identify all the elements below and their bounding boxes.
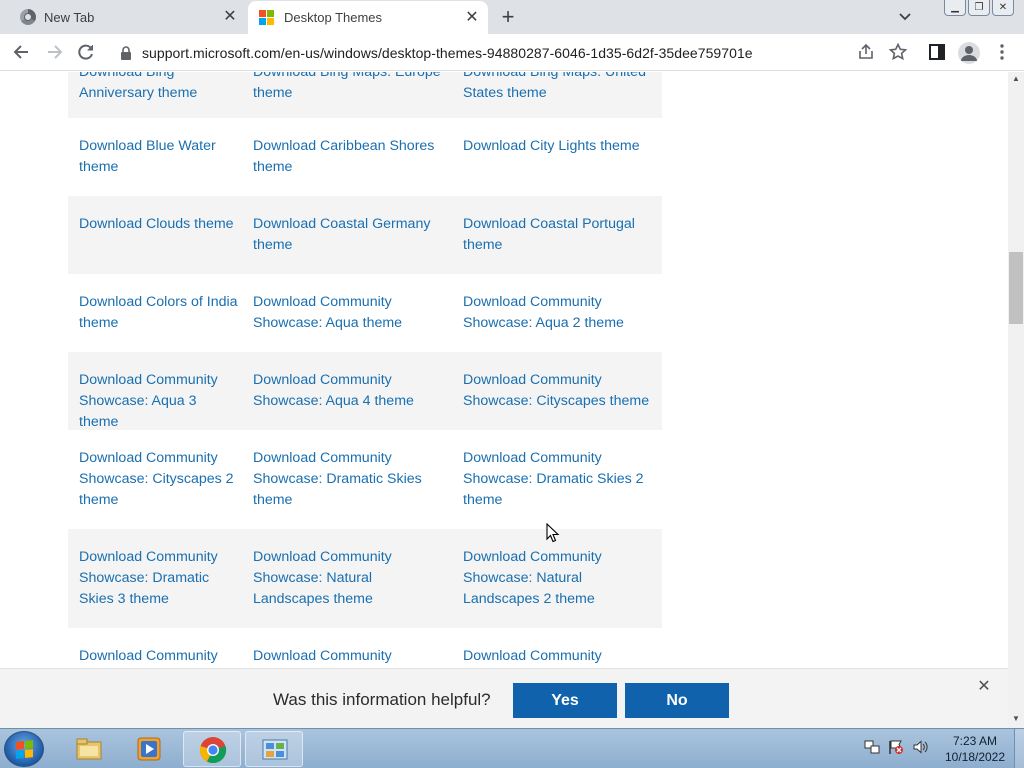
volume-icon[interactable] [912, 739, 928, 755]
side-panel-icon[interactable] [927, 42, 947, 62]
tab-new-tab[interactable]: New Tab ✕ [0, 0, 246, 34]
close-icon[interactable]: ✕ [222, 9, 238, 25]
bookmark-star-icon[interactable] [888, 42, 908, 62]
table-row: Download Bing Anniversary theme Download… [68, 72, 662, 118]
taskbar-clock[interactable]: 7:23 AM 10/18/2022 [940, 733, 1010, 765]
taskbar-app-media-player[interactable] [120, 731, 178, 767]
theme-link[interactable]: Download Community Showcase: Aqua 3 them… [79, 370, 239, 433]
theme-link[interactable]: Download Community [79, 646, 239, 667]
theme-link[interactable]: Download Coastal Germany theme [253, 214, 448, 256]
theme-link[interactable]: Download Community [253, 646, 448, 667]
back-icon[interactable] [12, 42, 32, 62]
control-panel-icon [262, 739, 288, 760]
close-icon[interactable]: ✕ [464, 9, 480, 26]
theme-link[interactable]: Download Bing Maps: Europe theme [253, 72, 448, 104]
taskbar-app-chrome[interactable] [183, 731, 241, 767]
yes-button[interactable]: Yes [513, 683, 617, 718]
taskbar-app-control-panel[interactable] [245, 731, 303, 767]
windows-explorer-icon [76, 738, 102, 760]
browser-toolbar: support.microsoft.com/en-us/windows/desk… [0, 34, 1024, 71]
theme-link[interactable]: Download Community Showcase: Dramatic Sk… [463, 448, 658, 511]
profile-avatar[interactable] [958, 42, 980, 64]
window-controls: ▁ ❐ ✕ [944, 0, 1014, 16]
page-viewport: Download Bing Anniversary theme Download… [0, 72, 1008, 668]
windows-logo-icon [16, 740, 33, 759]
theme-link[interactable]: Download Community Showcase: Dramatic Sk… [253, 448, 448, 511]
media-player-icon [137, 737, 161, 761]
theme-link[interactable]: Download Community Showcase: Natural Lan… [463, 547, 658, 610]
theme-link[interactable]: Download Bing Maps: United States theme [463, 72, 658, 104]
table-row: Download Community Showcase: Aqua 3 them… [68, 352, 662, 430]
url-text: support.microsoft.com/en-us/windows/desk… [142, 45, 753, 61]
theme-link[interactable]: Download Blue Water theme [79, 136, 239, 178]
theme-link[interactable]: Download Community Showcase: Dramatic Sk… [79, 547, 239, 610]
reload-icon[interactable] [76, 42, 96, 62]
feedback-bar: Was this information helpful? Yes No ✕ [0, 668, 1008, 728]
clock-date: 10/18/2022 [944, 750, 1006, 764]
restore-button[interactable]: ❐ [968, 0, 990, 16]
forward-icon[interactable] [44, 42, 64, 62]
microsoft-logo-icon [259, 9, 275, 26]
scroll-up-icon[interactable]: ▲ [1008, 72, 1024, 86]
taskbar: 7:23 AM 10/18/2022 [0, 728, 1024, 768]
theme-link[interactable]: Download Community Showcase: Cityscapes … [463, 370, 658, 412]
taskbar-app-explorer[interactable] [60, 731, 118, 767]
scroll-down-icon[interactable]: ▼ [1008, 712, 1024, 726]
theme-link[interactable]: Download Community Showcase: Cityscapes … [79, 448, 239, 511]
theme-link[interactable]: Download Colors of India theme [79, 292, 239, 334]
table-row: Download Colors of India theme Download … [68, 274, 662, 352]
theme-link[interactable]: Download Clouds theme [79, 214, 239, 235]
table-row: Download Community Showcase: Cityscapes … [68, 430, 662, 529]
vertical-scrollbar[interactable] [1008, 72, 1024, 728]
clock-time: 7:23 AM [952, 734, 998, 748]
tab-strip: New Tab ✕ Desktop Themes ✕ + ▁ ❐ ✕ [0, 0, 1024, 34]
theme-link[interactable]: Download Community Showcase: Aqua theme [253, 292, 448, 334]
theme-link[interactable]: Download Bing Anniversary theme [79, 72, 239, 104]
theme-link[interactable]: Download City Lights theme [463, 136, 658, 157]
tab-search-icon[interactable] [895, 8, 915, 26]
network-icon[interactable] [864, 739, 880, 755]
theme-link[interactable]: Download Coastal Portugal theme [463, 214, 658, 256]
tab-desktop-themes[interactable]: Desktop Themes ✕ [248, 1, 488, 34]
tab-title: Desktop Themes [284, 10, 383, 25]
close-icon[interactable]: ✕ [976, 679, 992, 695]
tab-title: New Tab [44, 9, 95, 25]
scrollbar-thumb[interactable] [1009, 252, 1023, 324]
theme-link[interactable]: Download Community [463, 646, 658, 667]
theme-link[interactable]: Download Caribbean Shores theme [253, 136, 448, 178]
chrome-icon [199, 737, 227, 764]
table-row: Download Community Showcase: Dramatic Sk… [68, 529, 662, 628]
feedback-question: Was this information helpful? [273, 690, 491, 709]
address-bar[interactable]: support.microsoft.com/en-us/windows/desk… [110, 38, 920, 68]
minimize-button[interactable]: ▁ [944, 0, 966, 16]
share-icon[interactable] [856, 42, 876, 62]
close-window-button[interactable]: ✕ [992, 0, 1014, 16]
person-icon [961, 46, 977, 61]
theme-link[interactable]: Download Community Showcase: Aqua 2 them… [463, 292, 658, 334]
mouse-cursor-icon [546, 523, 560, 543]
table-row: Download Community Download Community Do… [68, 628, 662, 668]
theme-link[interactable]: Download Community Showcase: Aqua 4 them… [253, 370, 448, 412]
menu-icon[interactable] [992, 42, 1012, 62]
theme-link[interactable]: Download Community Showcase: Natural Lan… [253, 547, 448, 610]
start-button[interactable] [4, 731, 44, 767]
chrome-icon [20, 9, 36, 25]
action-center-icon[interactable] [888, 739, 904, 755]
lock-icon [121, 46, 131, 60]
new-tab-button[interactable]: + [497, 6, 519, 28]
table-row: Download Clouds theme Download Coastal G… [68, 196, 662, 274]
system-tray [864, 739, 928, 755]
no-button[interactable]: No [625, 683, 729, 718]
show-desktop-button[interactable] [1014, 729, 1024, 768]
table-row: Download Blue Water theme Download Carib… [68, 118, 662, 196]
